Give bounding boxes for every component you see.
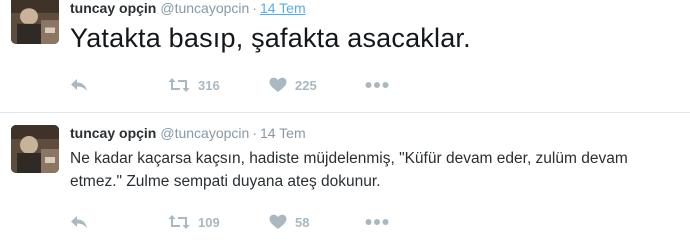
retweet-icon — [168, 214, 190, 230]
heart-icon — [269, 214, 287, 230]
reply-icon — [70, 77, 88, 93]
timestamp-link[interactable]: 14 Tem — [260, 125, 306, 141]
like-count: 225 — [295, 77, 317, 93]
more-icon — [365, 81, 389, 89]
reply-icon — [70, 214, 88, 230]
tweet-text: Ne kadar kaçarsa kaçsın, hadiste müjdele… — [70, 150, 628, 190]
retweet-button[interactable]: 316 — [168, 75, 220, 95]
avatar[interactable] — [11, 0, 59, 44]
avatar[interactable] — [11, 125, 59, 173]
tweet[interactable]: tuncay opçin @tuncayopcin · 14 Tem Yatakta … — [0, 0, 690, 113]
heart-icon — [269, 77, 287, 93]
retweet-icon — [168, 77, 190, 93]
more-icon — [365, 218, 389, 226]
tweet-timeline: tuncay opçin @tuncayopcin · 14 Tem Yatakta … — [0, 0, 690, 246]
retweet-count: 316 — [198, 77, 220, 93]
tweet-header: tuncay opçin @tuncayopcin · 14 Tem — [70, 0, 306, 16]
reply-button[interactable] — [70, 212, 88, 232]
author-handle[interactable]: @tuncayopcin — [160, 0, 249, 16]
tweet-header: tuncay opçin @tuncayopcin · 14 Tem — [70, 125, 306, 141]
avatar-image — [11, 125, 59, 173]
timestamp-link[interactable]: 14 Tem — [260, 0, 306, 16]
reply-button[interactable] — [70, 75, 88, 95]
like-button[interactable]: 58 — [269, 212, 309, 232]
author-name[interactable]: tuncay opçin — [70, 0, 156, 16]
tweet[interactable]: tuncay opçin @tuncayopcin · 14 Tem Ne kadar… — [0, 113, 690, 246]
separator: · — [252, 0, 257, 16]
author-name[interactable]: tuncay opçin — [70, 125, 156, 141]
author-handle[interactable]: @tuncayopcin — [160, 125, 249, 141]
retweet-button[interactable]: 109 — [168, 212, 220, 232]
more-button[interactable] — [365, 75, 389, 95]
retweet-count: 109 — [198, 214, 220, 230]
avatar-image — [11, 0, 59, 44]
like-button[interactable]: 225 — [269, 75, 317, 95]
like-count: 58 — [295, 214, 310, 230]
separator: · — [252, 125, 257, 141]
more-button[interactable] — [365, 212, 389, 232]
tweet-text: Yatakta basıp, şafakta asacaklar. — [70, 23, 471, 53]
